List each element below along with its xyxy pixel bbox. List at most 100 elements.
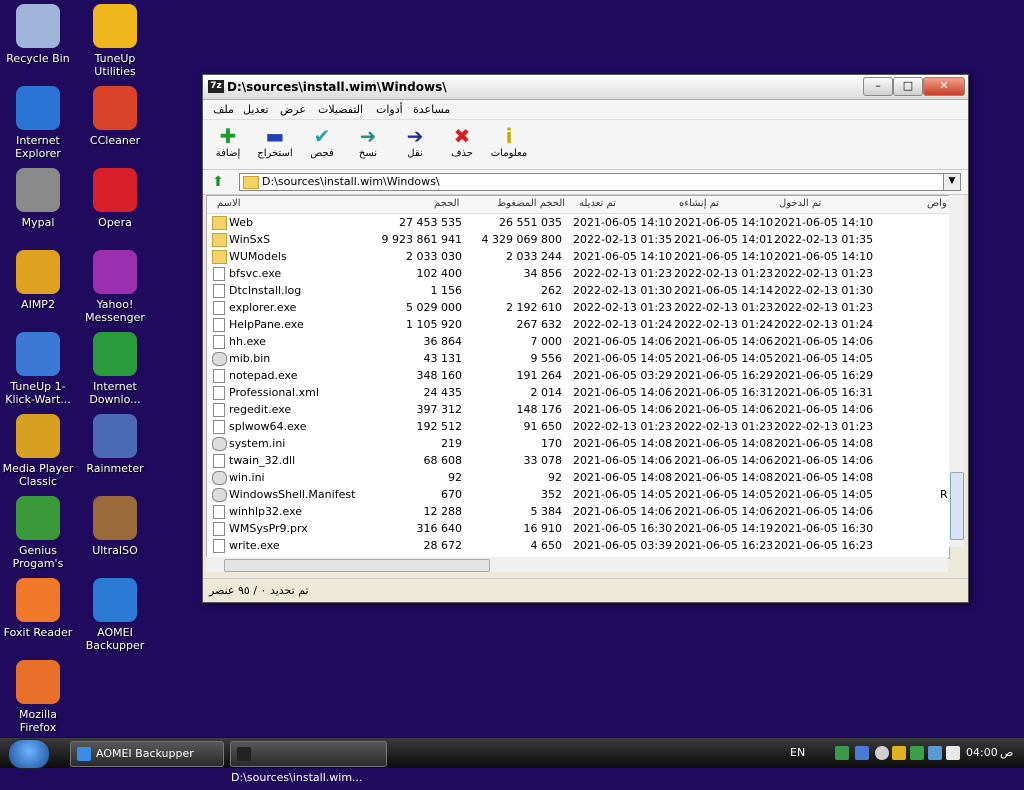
- file-row[interactable]: win.ini 92 92 2021-06-05 14:08 2021-06-05 14…: [207, 469, 949, 486]
- file-row[interactable]: Web 27 453 535 26 551 035 2021-06-05 14:10 2…: [207, 214, 949, 231]
- menu-edit[interactable]: تعديل: [243, 103, 269, 116]
- file-row[interactable]: splwow64.exe 192 512 91 650 2022-02-13 01:2…: [207, 418, 949, 435]
- desktop-shortcut[interactable]: AIMP2: [0, 250, 76, 311]
- file-row[interactable]: Professional.xml 24 435 2 014 2021-06-05 14…: [207, 384, 949, 401]
- file-row[interactable]: write.exe 28 672 4 650 2021-06-05 03:39 2021…: [207, 537, 949, 554]
- archive-window[interactable]: 7z D:\sources\install.wim\Windows\ – □ ✕…: [202, 74, 969, 603]
- menu-view[interactable]: عرض: [280, 103, 306, 116]
- cell-accessed: 2022-02-13 01:30: [774, 284, 874, 297]
- column-packed-size[interactable]: الحجم المضغوط: [497, 198, 565, 209]
- clock-time[interactable]: 04:00: [966, 738, 998, 768]
- menu-bar: ملف تعديل عرض التفضيلات أدوات مساعدة: [203, 100, 968, 120]
- file-row[interactable]: mib.bin 43 131 9 556 2021-06-05 14:05 2021-0…: [207, 350, 949, 367]
- desktop-shortcut[interactable]: Internet Explorer: [0, 86, 76, 160]
- cell-size: 1 156: [430, 284, 463, 297]
- add-button[interactable]: ✚ إضافة: [205, 124, 251, 159]
- desktop-shortcut[interactable]: UltraISO: [77, 496, 153, 557]
- minimize-button[interactable]: –: [863, 77, 893, 96]
- cell-name: write.exe: [229, 539, 280, 552]
- file-list[interactable]: الاسم الحجم الحجم المضغوط تم تعديله تم إ…: [206, 195, 950, 559]
- menu-favorites[interactable]: التفضيلات: [318, 103, 363, 116]
- desktop-shortcut[interactable]: TuneUp Utilities: [77, 4, 153, 78]
- network2-icon[interactable]: [855, 746, 869, 760]
- extract-button[interactable]: ▬ استخراج: [252, 124, 298, 159]
- column-created[interactable]: تم إنشاءه: [679, 198, 719, 209]
- desktop-shortcut[interactable]: TuneUp 1-Klick-Wart...: [0, 332, 76, 406]
- desktop-shortcut[interactable]: Recycle Bin: [0, 4, 76, 65]
- start-button[interactable]: [8, 739, 50, 769]
- menu-help[interactable]: مساعدة: [413, 103, 450, 116]
- column-attributes[interactable]: واص: [927, 198, 947, 209]
- horizontal-scroll-thumb[interactable]: [224, 559, 490, 572]
- display-icon[interactable]: [928, 746, 942, 760]
- chat-icon[interactable]: [875, 746, 889, 760]
- desktop-shortcut[interactable]: Mozilla Firefox: [0, 660, 76, 734]
- desktop-shortcut[interactable]: Foxit Reader: [0, 578, 76, 639]
- column-accessed[interactable]: تم الدخول: [779, 198, 821, 209]
- file-row[interactable]: system.ini 219 170 2021-06-05 14:08 2021-06-…: [207, 435, 949, 452]
- cell-created: 2021-06-05 14:05: [674, 488, 774, 501]
- column-name[interactable]: الاسم: [217, 198, 241, 209]
- cell-modified: 2021-06-05 14:06: [573, 335, 673, 348]
- desktop-shortcut[interactable]: Rainmeter: [77, 414, 153, 475]
- messenger-icon[interactable]: [892, 746, 906, 760]
- column-modified[interactable]: تم تعديله: [579, 198, 616, 209]
- volume-icon[interactable]: [946, 746, 960, 760]
- menu-file[interactable]: ملف: [213, 103, 234, 116]
- file-row[interactable]: twain_32.dll 68 608 33 078 2021-06-05 14:06…: [207, 452, 949, 469]
- cell-modified: 2021-06-05 16:30: [573, 522, 673, 535]
- rainmeter-icon: [93, 414, 137, 458]
- file-row[interactable]: winhlp32.exe 12 288 5 384 2021-06-05 14:06 2…: [207, 503, 949, 520]
- desktop-shortcut[interactable]: Yahoo! Messenger: [77, 250, 153, 324]
- menu-tools[interactable]: أدوات: [376, 103, 403, 116]
- close-button[interactable]: ✕: [923, 77, 965, 96]
- desktop-shortcut-label: UltraISO: [92, 544, 138, 557]
- folder-icon: [243, 176, 259, 189]
- task-7zip-window[interactable]: D:\sources\install.wim...: [230, 741, 387, 784]
- file-row[interactable]: notepad.exe 348 160 191 264 2021-06-05 03:2…: [207, 367, 949, 384]
- mypal-icon: [16, 168, 60, 212]
- file-row[interactable]: bfsvc.exe 102 400 34 856 2022-02-13 01:23 20…: [207, 265, 949, 282]
- update-icon[interactable]: [910, 746, 924, 760]
- delete-button[interactable]: ✖ حذف: [439, 124, 485, 159]
- desktop-shortcut[interactable]: Opera: [77, 168, 153, 229]
- horizontal-scrollbar[interactable]: [206, 557, 948, 572]
- cell-created: 2021-06-05 14:10: [674, 250, 774, 263]
- desktop-shortcut[interactable]: CCleaner: [77, 86, 153, 147]
- desktop-shortcut[interactable]: Media Player Classic: [0, 414, 76, 488]
- test-button[interactable]: ✔ فحص: [299, 124, 345, 159]
- task-aomei-backupper[interactable]: AOMEI Backupper: [70, 741, 224, 767]
- vertical-scrollbar[interactable]: [949, 195, 964, 547]
- column-size[interactable]: الحجم: [434, 198, 459, 209]
- network-icon[interactable]: [835, 746, 849, 760]
- maximize-button[interactable]: □: [893, 77, 923, 96]
- file-row[interactable]: regedit.exe 397 312 148 176 2021-06-05 14:0…: [207, 401, 949, 418]
- title-bar[interactable]: 7z D:\sources\install.wim\Windows\ – □ ✕: [203, 75, 968, 100]
- desktop-shortcut[interactable]: Internet Downlo...: [77, 332, 153, 406]
- file-row[interactable]: hh.exe 36 864 7 000 2021-06-05 14:06 2021-06…: [207, 333, 949, 350]
- language-indicator[interactable]: EN: [790, 738, 805, 768]
- vertical-scroll-thumb[interactable]: [950, 472, 964, 540]
- file-row[interactable]: explorer.exe 5 029 000 2 192 610 2022-02-13…: [207, 299, 949, 316]
- cell-accessed: 2021-06-05 14:06: [774, 335, 874, 348]
- address-dropdown-icon[interactable]: ▼: [943, 174, 960, 190]
- desktop-shortcut[interactable]: AOMEI Backupper: [77, 578, 153, 652]
- info-button[interactable]: i معلومات: [486, 124, 532, 159]
- desktop-shortcut[interactable]: Mypal: [0, 168, 76, 229]
- file-row[interactable]: HelpPane.exe 1 105 920 267 632 2022-02-13 0…: [207, 316, 949, 333]
- desktop-shortcut[interactable]: Genius Progam's: [0, 496, 76, 570]
- cell-accessed: 2021-06-05 14:10: [774, 250, 874, 263]
- file-row[interactable]: WUModels 2 033 030 2 033 244 2021-06-05 14:…: [207, 248, 949, 265]
- foxit-reader-icon: [16, 578, 60, 622]
- cell-name: winhlp32.exe: [229, 505, 303, 518]
- file-row[interactable]: DtcInstall.log 1 156 262 2022-02-13 01:30 20…: [207, 282, 949, 299]
- address-field[interactable]: D:\sources\install.wim\Windows\ ▼: [239, 173, 961, 191]
- move-button[interactable]: ➔ نقل: [392, 124, 438, 159]
- cell-accessed: 2021-06-05 14:06: [774, 403, 874, 416]
- file-row[interactable]: WMSysPr9.prx 316 640 16 910 2021-06-05 16:3…: [207, 520, 949, 537]
- copy-button[interactable]: ➜ نسخ: [345, 124, 391, 159]
- file-row[interactable]: WinSxS 9 923 861 941 4 329 069 800 2022-02-…: [207, 231, 949, 248]
- file-row[interactable]: WindowsShell.Manifest 670 352 2021-06-05 14…: [207, 486, 949, 503]
- up-folder-icon[interactable]: ⬆: [209, 174, 227, 190]
- file-icon: [213, 539, 225, 553]
